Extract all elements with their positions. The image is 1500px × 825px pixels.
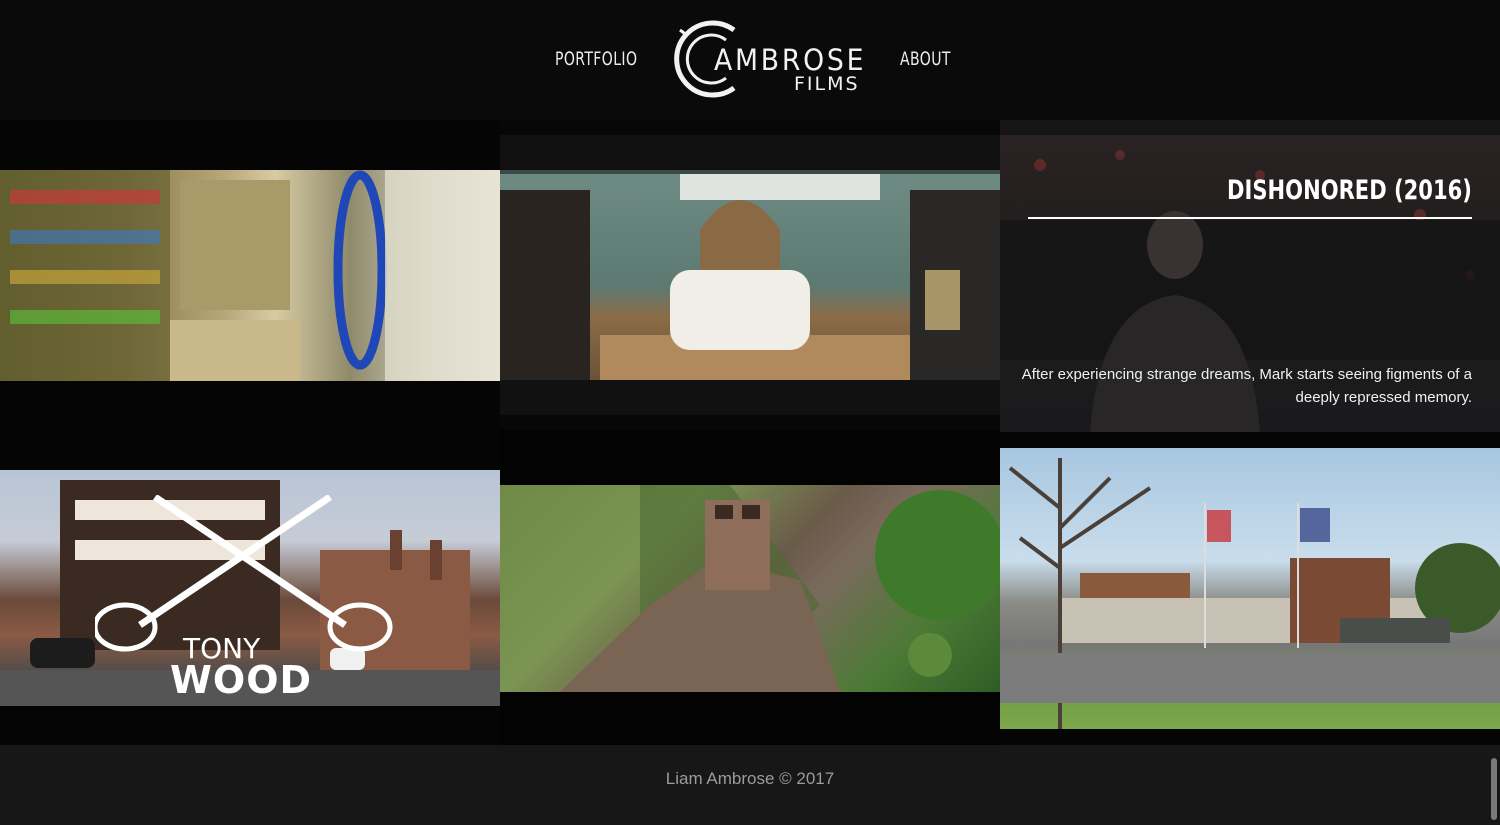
site-footer: Liam Ambrose © 2017: [0, 745, 1500, 825]
copyright-text: Liam Ambrose © 2017: [665, 769, 835, 788]
project-title: DISHONORED (2016): [1227, 175, 1472, 206]
portfolio-item-flags[interactable]: [1000, 432, 1500, 750]
shop-scene-image: [0, 170, 500, 381]
ambrose-films-logo[interactable]: AMBROSE FILMS: [670, 18, 863, 100]
interview-scene-image: [500, 170, 1000, 380]
aerial-scene-image: [560, 485, 1000, 692]
interview-thumbnail: [500, 170, 1000, 380]
aerial-thumbnail: [500, 485, 1000, 692]
portfolio-item-tony-wood[interactable]: TONY WOOD: [0, 450, 500, 750]
page-scrollbar[interactable]: [1491, 758, 1497, 820]
flags-scene-image: [1000, 458, 1500, 729]
tony-wood-thumbnail: TONY WOOD: [0, 470, 500, 706]
site-header: PORTFOLIO AMBROSE FILMS ABOUT: [0, 0, 1500, 120]
project-description: After experiencing strange dreams, Mark …: [1021, 366, 1472, 406]
tony-wood-line-2: WOOD: [170, 658, 313, 702]
portfolio-item-aerial[interactable]: [500, 430, 1000, 750]
portfolio-item-dishonored[interactable]: DISHONORED (2016) After experiencing str…: [1000, 120, 1500, 432]
nav-portfolio-link[interactable]: PORTFOLIO: [555, 48, 637, 70]
title-divider: [1028, 217, 1472, 219]
portfolio-item-shop[interactable]: [0, 120, 500, 450]
logo-text-ambrose: AMBROSE: [714, 43, 867, 77]
portfolio-item-interview[interactable]: [500, 135, 1000, 415]
shop-thumbnail: [0, 170, 500, 381]
logo-text-films: FILMS: [794, 73, 860, 95]
dishonored-thumbnail: DISHONORED (2016) After experiencing str…: [1000, 135, 1500, 432]
nav-about-link[interactable]: ABOUT: [900, 48, 951, 70]
flags-thumbnail: [1000, 448, 1500, 729]
